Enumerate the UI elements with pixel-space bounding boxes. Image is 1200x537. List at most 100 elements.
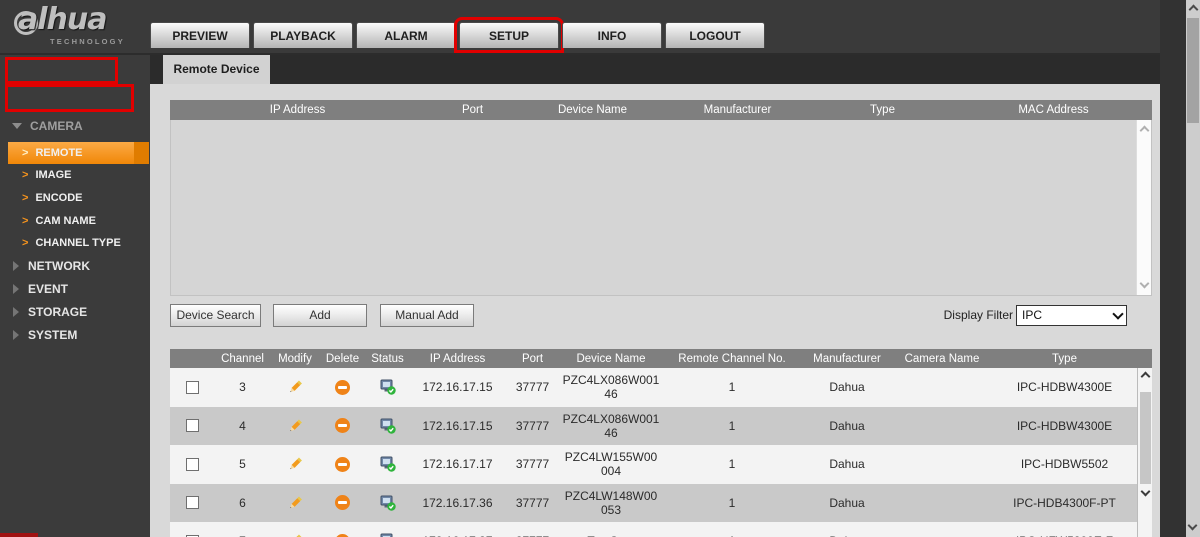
triangle-right-icon bbox=[13, 284, 19, 294]
scroll-down-icon[interactable] bbox=[1139, 278, 1150, 289]
scroll-down-icon[interactable] bbox=[1187, 520, 1198, 531]
device-search-button[interactable]: Device Search bbox=[170, 304, 261, 327]
status-connected-icon[interactable] bbox=[380, 533, 396, 537]
sidebar-item-image[interactable]: > IMAGE bbox=[0, 165, 150, 185]
scrollbar-thumb[interactable] bbox=[1187, 18, 1199, 123]
sidebar-item-label: CAM NAME bbox=[35, 215, 96, 227]
tab-logout[interactable]: LOGOUT bbox=[665, 22, 765, 48]
tab-alarm[interactable]: ALARM bbox=[356, 22, 456, 48]
sidebar-item-network[interactable]: NETWORK bbox=[0, 256, 150, 276]
camera-name-cell bbox=[892, 407, 992, 446]
modify-pencil-icon[interactable] bbox=[287, 418, 303, 434]
scroll-up-icon[interactable] bbox=[1139, 125, 1149, 136]
column-header-manufacturer: Manufacturer bbox=[703, 104, 772, 116]
type-cell: IPC-HFW5200E-Z bbox=[992, 522, 1137, 537]
minus-bar bbox=[338, 424, 347, 428]
modify-pencil-icon[interactable] bbox=[287, 456, 303, 472]
ip-cell: 172.16.17.15 bbox=[422, 380, 493, 395]
column-header-remote-channel: Remote Channel No. bbox=[678, 352, 786, 365]
delete-icon[interactable] bbox=[335, 495, 350, 511]
row-checkbox[interactable] bbox=[186, 419, 199, 433]
added-devices-header: Channel Modify Delete Status IP Address … bbox=[170, 349, 1152, 368]
channel-cell: 3 bbox=[239, 380, 246, 395]
table-row: 3 172.16.17.15 37777 PZC4LX086W00146 1 D… bbox=[170, 368, 1152, 407]
arrow-right-icon: > bbox=[22, 192, 29, 204]
sidebar-item-system[interactable]: SYSTEM bbox=[0, 325, 150, 345]
manufacturer-cell: Dahua bbox=[829, 457, 865, 472]
row-checkbox[interactable] bbox=[186, 380, 199, 394]
port-cell: 37777 bbox=[515, 457, 550, 472]
port-cell: 37777 bbox=[515, 418, 550, 433]
manufacturer-cell: Dahua bbox=[829, 418, 865, 433]
status-connected-icon[interactable] bbox=[380, 418, 396, 434]
sidebar-item-label: CAMERA bbox=[30, 119, 83, 133]
status-connected-icon[interactable] bbox=[380, 379, 396, 395]
scroll-up-icon[interactable] bbox=[1188, 4, 1198, 15]
column-header-camera-name: Camera Name bbox=[904, 352, 980, 365]
delete-icon[interactable] bbox=[335, 418, 350, 434]
device-name-cell: PZC4LW148W00053 bbox=[564, 488, 658, 517]
manufacturer-cell: Dahua bbox=[802, 522, 892, 537]
camera-name-cell bbox=[892, 368, 992, 407]
delete-icon[interactable] bbox=[335, 379, 350, 395]
logo-tagline: TECHNOLOGY bbox=[50, 37, 125, 46]
scroll-down-icon[interactable] bbox=[1140, 486, 1151, 497]
delete-icon[interactable] bbox=[335, 456, 350, 472]
manufacturer-cell: Dahua bbox=[829, 495, 865, 510]
sidebar-item-camera[interactable]: CAMERA bbox=[0, 116, 150, 136]
status-connected-icon[interactable] bbox=[380, 495, 396, 511]
type-cell: IPC-HDB4300F-PT bbox=[1013, 495, 1116, 510]
sidebar-item-event[interactable]: EVENT bbox=[0, 279, 150, 299]
row-checkbox[interactable] bbox=[186, 496, 199, 510]
channel-cell: 6 bbox=[239, 495, 246, 510]
tab-info[interactable]: INFO bbox=[562, 22, 662, 48]
sidebar-item-cam-name[interactable]: > CAM NAME bbox=[0, 211, 150, 231]
main-nav-tabs: PREVIEW PLAYBACK ALARM SETUP INFO LOGOUT bbox=[150, 17, 765, 53]
modify-pencil-icon[interactable] bbox=[287, 379, 303, 395]
channel-cell: 7 bbox=[215, 522, 270, 537]
column-header-ip: IP Address bbox=[269, 104, 326, 116]
modify-pencil-icon[interactable] bbox=[287, 533, 303, 537]
sidebar-item-remote[interactable]: > REMOTE bbox=[8, 142, 149, 164]
row-checkbox[interactable] bbox=[186, 457, 199, 471]
type-cell: IPC-HDBW4300E bbox=[1016, 418, 1113, 433]
triangle-down-icon bbox=[12, 123, 22, 129]
modify-pencil-icon[interactable] bbox=[287, 495, 303, 511]
arrow-right-icon: > bbox=[22, 169, 29, 181]
lower-table-scrollbar[interactable] bbox=[1137, 368, 1152, 537]
display-filter-label: Display Filter bbox=[943, 308, 1013, 322]
discovered-devices-header: IP Address Port Device Name Manufacturer… bbox=[170, 100, 1152, 120]
table-row: 6 172.16.17.36 37777 PZC4LW148W00053 1 D… bbox=[170, 483, 1152, 522]
minus-bar bbox=[338, 462, 347, 466]
add-button[interactable]: Add bbox=[273, 304, 367, 327]
column-header-status: Status bbox=[371, 352, 404, 365]
camera-name-cell bbox=[892, 522, 992, 537]
port-cell: 37777 bbox=[515, 495, 550, 510]
sidebar-item-label: CHANNEL TYPE bbox=[35, 237, 121, 249]
dahua-logo: alhua TECHNOLOGY bbox=[14, 4, 144, 52]
scroll-up-icon[interactable] bbox=[1140, 371, 1150, 382]
tab-remote-device[interactable]: Remote Device bbox=[163, 55, 270, 84]
added-devices-table: Channel Modify Delete Status IP Address … bbox=[170, 349, 1152, 537]
column-header-type: Type bbox=[1052, 352, 1077, 365]
display-filter-select[interactable]: IPC bbox=[1016, 305, 1127, 326]
column-header-delete: Delete bbox=[325, 352, 360, 365]
tab-preview[interactable]: PREVIEW bbox=[150, 22, 250, 48]
status-connected-icon[interactable] bbox=[380, 456, 396, 472]
column-header-type: Type bbox=[870, 104, 895, 116]
column-header-port: Port bbox=[521, 352, 544, 365]
sidebar-item-storage[interactable]: STORAGE bbox=[0, 302, 150, 322]
sidebar-item-channel-type[interactable]: > CHANNEL TYPE bbox=[0, 233, 150, 253]
right-gap bbox=[1160, 0, 1186, 537]
page-scrollbar[interactable] bbox=[1186, 0, 1200, 537]
device-name-cell: PZC4LX086W00146 bbox=[562, 411, 660, 440]
upper-table-scrollbar[interactable] bbox=[1136, 120, 1151, 295]
column-header-port: Port bbox=[461, 104, 484, 116]
scrollbar-thumb[interactable] bbox=[1140, 392, 1151, 484]
manual-add-button[interactable]: Manual Add bbox=[380, 304, 474, 327]
sidebar-item-encode[interactable]: > ENCODE bbox=[0, 188, 150, 208]
sidebar-item-label: EVENT bbox=[28, 282, 69, 296]
manufacturer-cell: Dahua bbox=[829, 380, 865, 395]
tab-playback[interactable]: PLAYBACK bbox=[253, 22, 353, 48]
tab-setup[interactable]: SETUP bbox=[454, 17, 564, 53]
